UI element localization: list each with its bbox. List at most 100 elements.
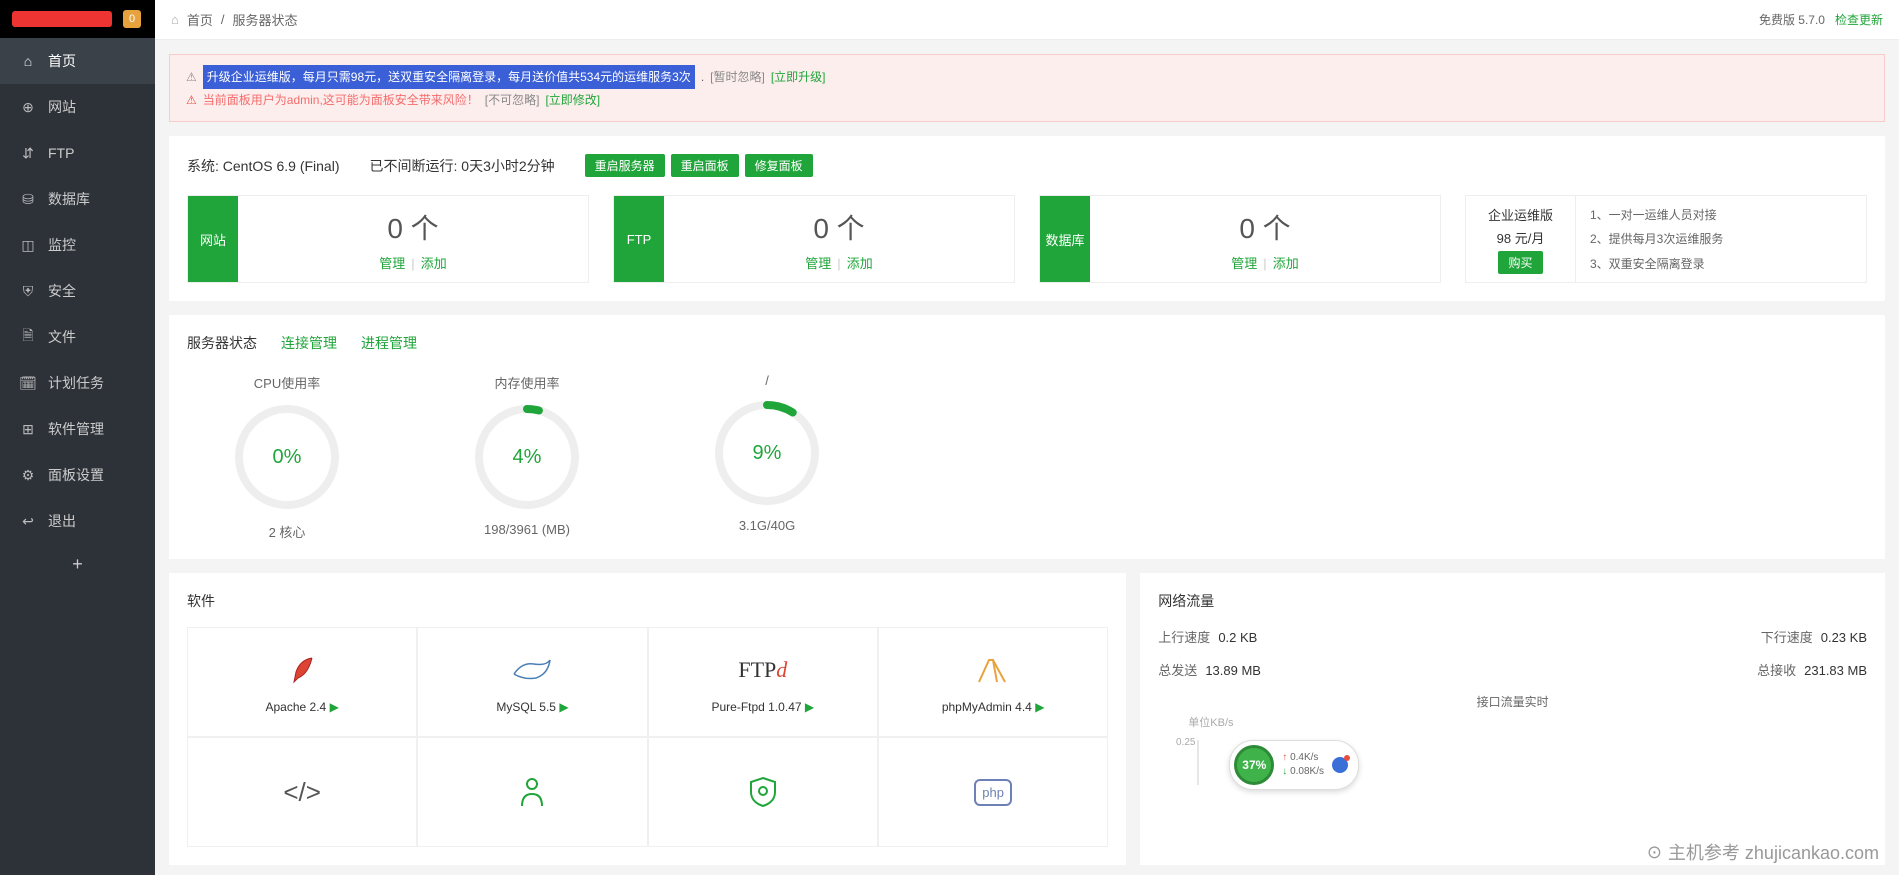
nav-icon: ⊕ [20, 99, 36, 116]
sidebar-item-0[interactable]: ⌂首页 [0, 38, 155, 84]
software-item-1[interactable]: MySQL 5.5 ▶ [417, 627, 647, 737]
gauge-ring: 0% [232, 402, 342, 512]
gauge-value: 0% [232, 402, 342, 512]
software-item-4[interactable]: </> [187, 737, 417, 847]
topbar-right: 免费版 5.7.0 检查更新 [1759, 11, 1883, 28]
alert-upgrade-link[interactable]: [立即升级] [771, 66, 826, 88]
content: ⚠ 升级企业运维版，每月只需98元，送双重安全隔离登录，每月送价值共534元的运… [155, 40, 1899, 875]
server-status-panel: 服务器状态 连接管理 进程管理 CPU使用率 0% 2 核心 内存使用率 4% … [169, 315, 1885, 559]
shield-icon [749, 772, 777, 812]
gauge-ring: 4% [472, 402, 582, 512]
gauge-sub: 198/3961 (MB) [484, 522, 570, 537]
add-link[interactable]: 添加 [421, 256, 447, 271]
software-item-2[interactable]: FTPd Pure-Ftpd 1.0.47 ▶ [648, 627, 878, 737]
total-recv-value: 231.83 MB [1804, 663, 1867, 678]
dash-count: 0 个 [387, 207, 438, 247]
software-item-7[interactable]: php [878, 737, 1108, 847]
sidebar-item-4[interactable]: ◫监控 [0, 222, 155, 268]
gauge-value: 9% [712, 398, 822, 508]
add-link[interactable]: 添加 [847, 256, 873, 271]
dash-card-网站: 网站 0 个 管理|添加 [187, 195, 589, 283]
sidebar-item-7[interactable]: 🗓计划任务 [0, 360, 155, 406]
dash-count: 0 个 [1239, 207, 1290, 247]
alert-banner: ⚠ 升级企业运维版，每月只需98元，送双重安全隔离登录，每月送价值共534元的运… [169, 54, 1885, 122]
software-label: Apache 2.4 ▶ [266, 700, 339, 714]
ftpd-icon: FTPd [738, 650, 787, 690]
sidebar-item-5[interactable]: ⛨安全 [0, 268, 155, 314]
software-item-0[interactable]: Apache 2.4 ▶ [187, 627, 417, 737]
manage-link[interactable]: 管理 [805, 256, 831, 271]
floating-speed-widget[interactable]: 37% ↑ 0.4K/s ↓ 0.08K/s [1229, 740, 1359, 790]
process-mgmt-link[interactable]: 进程管理 [361, 333, 417, 353]
software-item-5[interactable] [417, 737, 647, 847]
nav-label: 文件 [48, 327, 76, 347]
app: 0 ⌂首页⊕网站⇵FTP⛁数据库◫监控⛨安全🗎文件🗓计划任务⊞软件管理⚙面板设置… [0, 0, 1899, 875]
status-line: 系统: CentOS 6.9 (Final) 已不间断运行: 0天3小时2分钟 … [187, 154, 1867, 177]
gauge-label: 内存使用率 [494, 373, 559, 392]
manage-link[interactable]: 管理 [379, 256, 405, 271]
down-speed-label: 下行速度 [1761, 630, 1813, 645]
gauge-1: 内存使用率 4% 198/3961 (MB) [447, 373, 607, 541]
main: ⌂ 首页 / 服务器状态 免费版 5.7.0 检查更新 ⚠ 升级企业运维版，每月… [155, 0, 1899, 875]
widget-expand-icon[interactable] [1332, 757, 1348, 773]
sidebar-item-10[interactable]: ↩退出 [0, 498, 155, 544]
breadcrumb: ⌂ 首页 / 服务器状态 [171, 10, 298, 29]
sidebar: 0 ⌂首页⊕网站⇵FTP⛁数据库◫监控⛨安全 🗎 文件 🗓计划任务⊞软件管理⚙面板设置… [0, 0, 155, 875]
nav-icon: 🗎 [20, 325, 36, 349]
alert-fix-link[interactable]: [立即修改] [545, 89, 600, 111]
warning-icon: ⚠ [186, 89, 197, 111]
dash-tag: FTP [614, 196, 664, 282]
dash-tag: 数据库 [1040, 196, 1090, 282]
repair-panel-button[interactable]: 修复面板 [745, 154, 813, 177]
nav-icon: 🗓 [20, 375, 36, 392]
gauge-value: 4% [472, 402, 582, 512]
add-link[interactable]: 添加 [1273, 256, 1299, 271]
sidebar-item-6[interactable]: 🗎 文件 [0, 314, 155, 360]
gauge-label: / [765, 373, 769, 388]
speed-rates: ↑ 0.4K/s ↓ 0.08K/s [1282, 751, 1324, 779]
nav-icon: ⛨ [20, 283, 36, 300]
network-panel: 网络流量 上行速度0.2 KB 下行速度0.23 KB 总发送13.89 MB … [1140, 573, 1885, 865]
nav-label: 数据库 [48, 189, 90, 209]
sidebar-header: 0 [0, 0, 155, 38]
logo-redacted [12, 11, 112, 27]
dash-card-数据库: 数据库 0 个 管理|添加 [1039, 195, 1441, 283]
check-update-link[interactable]: 检查更新 [1835, 11, 1883, 28]
up-speed-label: 上行速度 [1158, 630, 1210, 645]
software-label: Pure-Ftpd 1.0.47 ▶ [711, 700, 814, 714]
sidebar-item-8[interactable]: ⊞软件管理 [0, 406, 155, 452]
software-item-3[interactable]: phpMyAdmin 4.4 ▶ [878, 627, 1108, 737]
sidebar-item-9[interactable]: ⚙面板设置 [0, 452, 155, 498]
network-total-row: 总发送13.89 MB 总接收231.83 MB [1158, 660, 1867, 679]
sidebar-item-2[interactable]: ⇵FTP [0, 130, 155, 176]
dash-tag: 网站 [188, 196, 238, 282]
promo-buy-button[interactable]: 购买 [1498, 251, 1542, 274]
restart-panel-button[interactable]: 重启面板 [671, 154, 739, 177]
status-panel: 系统: CentOS 6.9 (Final) 已不间断运行: 0天3小时2分钟 … [169, 136, 1885, 301]
software-title: 软件 [187, 591, 1108, 611]
alert-ignore-link[interactable]: [暂时忽略] [710, 66, 765, 88]
gauge-ring: 9% [712, 398, 822, 508]
alert-line-1: ⚠ 升级企业运维版，每月只需98元，送双重安全隔离登录，每月送价值共534元的运… [186, 65, 1868, 89]
nav-icon: ⌂ [20, 53, 36, 69]
nav-icon: ⚙ [20, 467, 36, 484]
manage-link[interactable]: 管理 [1231, 256, 1257, 271]
restart-server-button[interactable]: 重启服务器 [585, 154, 665, 177]
notification-badge[interactable]: 0 [123, 10, 141, 28]
software-item-6[interactable] [648, 737, 878, 847]
alert-noignore-link: [不可忽略] [485, 89, 540, 111]
sidebar-add[interactable]: + [0, 544, 155, 585]
promo-title: 企业运维版 [1488, 205, 1553, 224]
gauge-sub: 3.1G/40G [739, 518, 795, 533]
promo-price: 98 元/月 [1497, 228, 1545, 247]
network-title: 网络流量 [1158, 591, 1867, 611]
connection-mgmt-link[interactable]: 连接管理 [281, 333, 337, 353]
server-status-title: 服务器状态 [187, 333, 257, 353]
breadcrumb-home[interactable]: 首页 [187, 10, 213, 29]
alert-admin-warning: 当前面板用户为admin,这可能为面板安全带来风险！ [203, 89, 479, 111]
home-icon: ⌂ [171, 12, 179, 27]
promo-point: 1、一对一运维人员对接 [1590, 206, 1852, 223]
promo-point: 3、双重安全隔离登录 [1590, 255, 1852, 272]
sidebar-item-3[interactable]: ⛁数据库 [0, 176, 155, 222]
sidebar-item-1[interactable]: ⊕网站 [0, 84, 155, 130]
